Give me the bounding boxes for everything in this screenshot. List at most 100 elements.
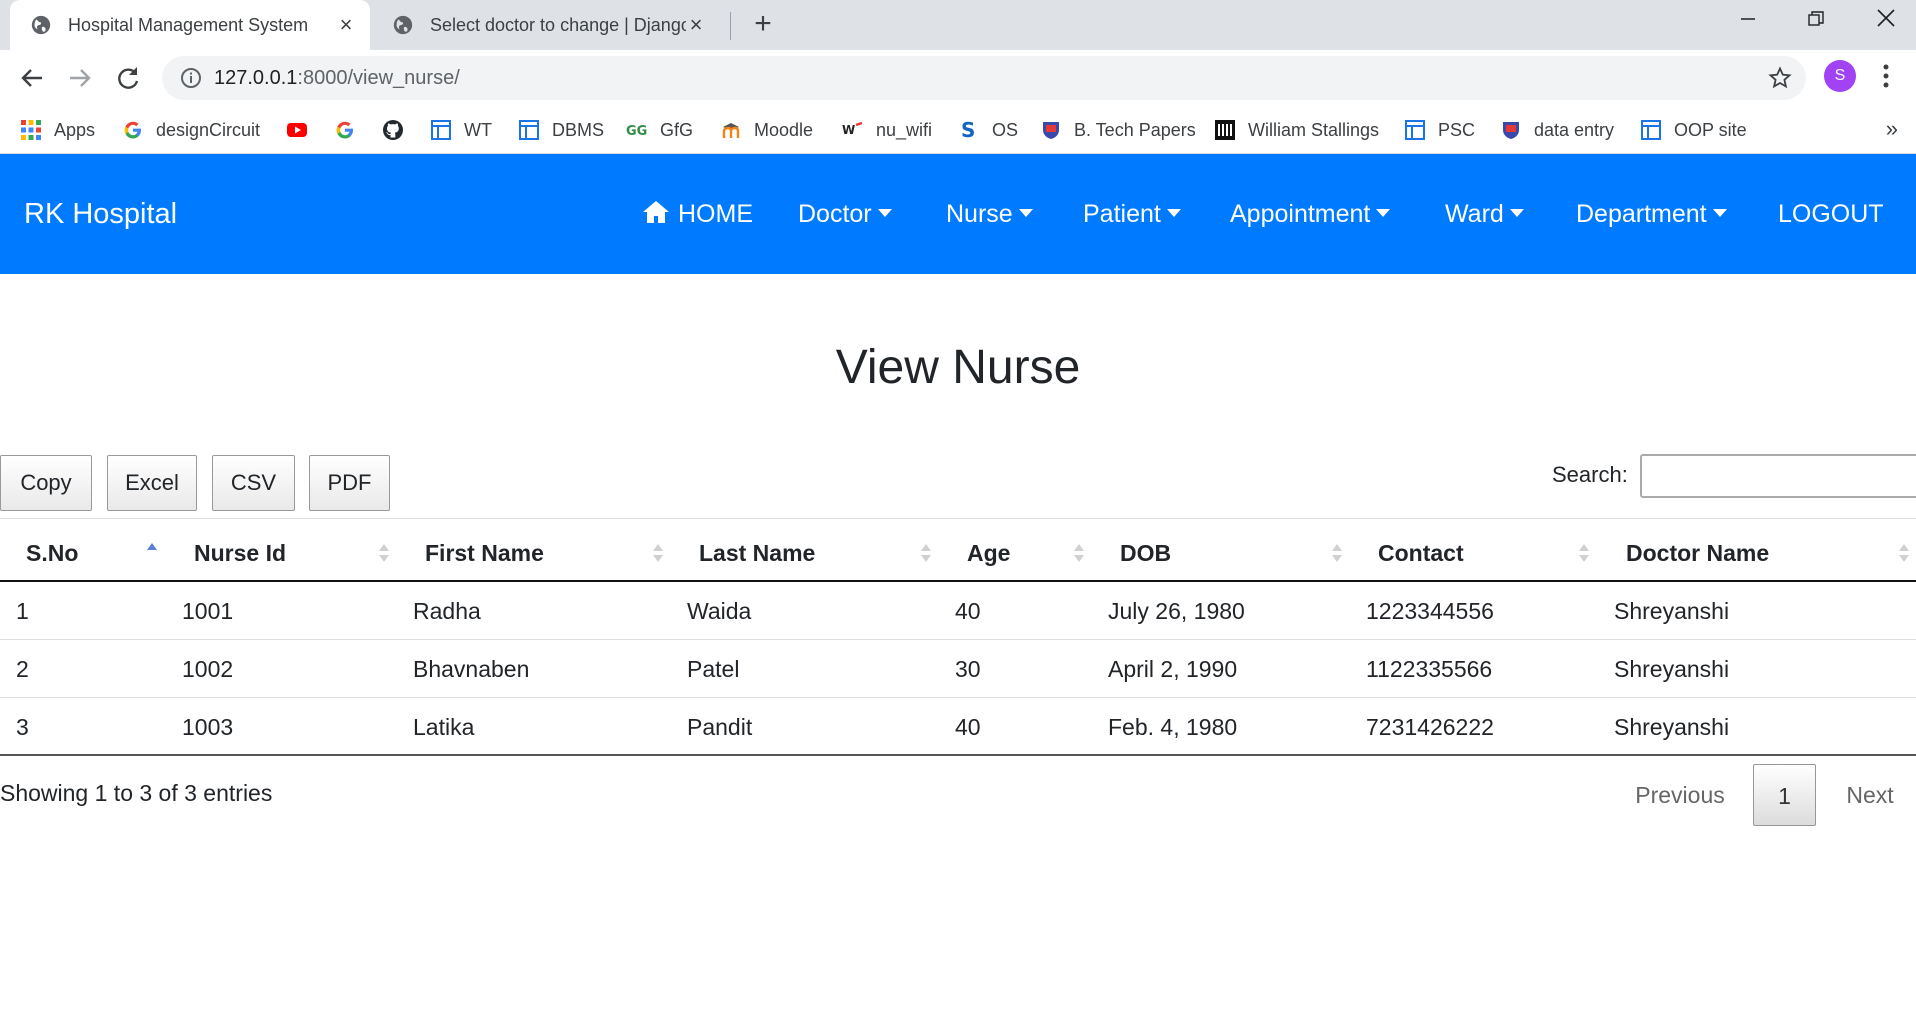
csv-button[interactable]: CSV: [212, 455, 295, 511]
col-header-doctor-name[interactable]: Doctor Name: [1626, 519, 1769, 583]
cell-doctor-name: Shreyanshi: [1614, 714, 1730, 740]
cell-sno: 2: [16, 656, 29, 682]
page-icon: [1405, 120, 1425, 140]
browser-tab-active[interactable]: Hospital Management System ×: [10, 0, 370, 50]
nu-wifi-icon: W: [842, 121, 863, 137]
col-header-contact[interactable]: Contact: [1378, 519, 1464, 583]
moodle-icon: [722, 123, 740, 138]
caret-down-icon: [1376, 209, 1391, 218]
sort-both-icon[interactable]: [652, 541, 664, 565]
kebab-menu-icon[interactable]: [1876, 62, 1896, 90]
bookmark-gfg[interactable]: GG GfG: [626, 116, 693, 144]
profile-avatar[interactable]: S: [1824, 60, 1856, 92]
bookmark-oop-site[interactable]: OOP site: [1640, 116, 1747, 144]
cell-doctor-name: Shreyanshi: [1614, 598, 1730, 624]
bookmark-dbms[interactable]: DBMS: [518, 116, 604, 144]
cell-nurse-id: 1002: [182, 656, 234, 682]
close-icon[interactable]: ×: [336, 14, 356, 36]
bookmark-github[interactable]: [382, 116, 416, 144]
navbar-brand[interactable]: RK Hospital: [24, 154, 177, 274]
pagination-previous[interactable]: Previous: [1620, 764, 1740, 826]
back-arrow-icon[interactable]: [16, 62, 48, 94]
nav-label: Department: [1576, 200, 1707, 228]
window-close-icon[interactable]: [1866, 6, 1906, 36]
globe-icon: [31, 15, 51, 35]
bookmark-google[interactable]: [334, 116, 368, 144]
url-host: 127.0.0.1: [214, 67, 298, 89]
restore-icon[interactable]: [1796, 6, 1836, 36]
cell-first-name: Bhavnaben: [413, 656, 530, 682]
nav-patient[interactable]: Patient: [1083, 154, 1181, 274]
bookmark-label: GfG: [660, 119, 694, 140]
col-header-dob[interactable]: DOB: [1120, 519, 1171, 583]
nav-label: Doctor: [798, 200, 872, 228]
col-header-age[interactable]: Age: [967, 519, 1010, 583]
caret-down-icon: [1166, 209, 1181, 218]
table-row: 1 1001 Radha Waida 40 July 26, 1980 1223…: [0, 582, 1916, 640]
sort-both-icon[interactable]: [920, 541, 932, 565]
nav-label: HOME: [678, 200, 753, 228]
close-icon[interactable]: ×: [686, 14, 706, 36]
bookmark-nu-wifi[interactable]: W nu_wifi: [842, 116, 932, 144]
bookmark-data-entry[interactable]: data entry: [1500, 116, 1614, 144]
col-header-nurse-id[interactable]: Nurse Id: [194, 519, 286, 583]
url-text[interactable]: 127.0.0.1:8000/view_nurse/: [214, 56, 460, 100]
bookmark-btech-papers[interactable]: B. Tech Papers: [1040, 116, 1196, 144]
caret-down-icon: [877, 209, 892, 218]
browser-tab-inactive[interactable]: Select doctor to change | Django site ad…: [380, 0, 720, 50]
pdf-button[interactable]: PDF: [309, 455, 390, 511]
search-input[interactable]: [1640, 454, 1916, 498]
forward-arrow-icon[interactable]: [64, 62, 96, 94]
bookmark-moodle[interactable]: Moodle: [720, 116, 813, 144]
bookmark-label: OOP site: [1674, 119, 1747, 140]
nav-home[interactable]: HOME: [642, 154, 753, 274]
nav-nurse[interactable]: Nurse: [946, 154, 1033, 274]
col-header-last-name[interactable]: Last Name: [699, 519, 815, 583]
bookmark-label: PSC: [1438, 119, 1476, 140]
nav-label: Appointment: [1230, 200, 1371, 228]
sort-both-icon[interactable]: [1331, 541, 1343, 565]
cell-contact: 1122335566: [1366, 656, 1493, 682]
col-header-sno[interactable]: S.No: [26, 519, 78, 583]
excel-button[interactable]: Excel: [107, 455, 197, 511]
bookmark-os[interactable]: S OS: [958, 116, 1018, 144]
nav-appointment[interactable]: Appointment: [1230, 154, 1391, 274]
bookmark-william-stallings[interactable]: William Stallings: [1214, 116, 1379, 144]
table-info: Showing 1 to 3 of 3 entries: [0, 780, 273, 806]
cell-first-name: Latika: [413, 714, 475, 740]
bookmark-psc[interactable]: PSC: [1404, 116, 1475, 144]
copy-button[interactable]: Copy: [0, 455, 92, 511]
col-header-first-name[interactable]: First Name: [425, 519, 544, 583]
nav-logout[interactable]: LOGOUT: [1778, 154, 1884, 274]
sort-both-icon[interactable]: [1898, 541, 1910, 565]
nav-ward[interactable]: Ward: [1445, 154, 1524, 274]
cell-nurse-id: 1001: [182, 598, 234, 624]
svg-text:S: S: [961, 119, 975, 141]
nav-label: Patient: [1083, 200, 1161, 228]
bookmark-designcircuit[interactable]: designCircuit: [122, 116, 260, 144]
sort-both-icon[interactable]: [378, 541, 390, 565]
bookmarks-overflow-chevron-icon[interactable]: »: [1886, 116, 1898, 142]
pagination-page-1[interactable]: 1: [1753, 764, 1816, 826]
bookmark-label: B. Tech Papers: [1074, 119, 1196, 140]
tab-title: Select doctor to change | Django site ad…: [430, 14, 686, 35]
minimize-icon[interactable]: [1728, 6, 1768, 36]
sort-both-icon[interactable]: [1073, 541, 1085, 565]
google-icon: [124, 121, 141, 139]
browser-toolbar: 127.0.0.1:8000/view_nurse/: [0, 50, 1916, 106]
nav-department[interactable]: Department: [1576, 154, 1727, 274]
search-label: Search:: [1552, 462, 1628, 487]
new-tab-plus-icon[interactable]: +: [748, 9, 778, 40]
bookmark-youtube[interactable]: [286, 116, 320, 144]
sort-both-icon[interactable]: [1578, 541, 1590, 565]
bookmark-apps[interactable]: Apps: [20, 116, 95, 144]
info-icon[interactable]: [180, 67, 202, 89]
bookmark-star-icon[interactable]: [1768, 66, 1792, 90]
nav-doctor[interactable]: Doctor: [798, 154, 892, 274]
bookmark-wt[interactable]: WT: [430, 116, 492, 144]
pagination-next[interactable]: Next: [1830, 764, 1910, 826]
sort-asc-icon[interactable]: [146, 541, 158, 565]
reload-icon[interactable]: [112, 62, 144, 94]
github-icon: [383, 120, 403, 140]
address-bar[interactable]: 127.0.0.1:8000/view_nurse/: [162, 56, 1806, 100]
